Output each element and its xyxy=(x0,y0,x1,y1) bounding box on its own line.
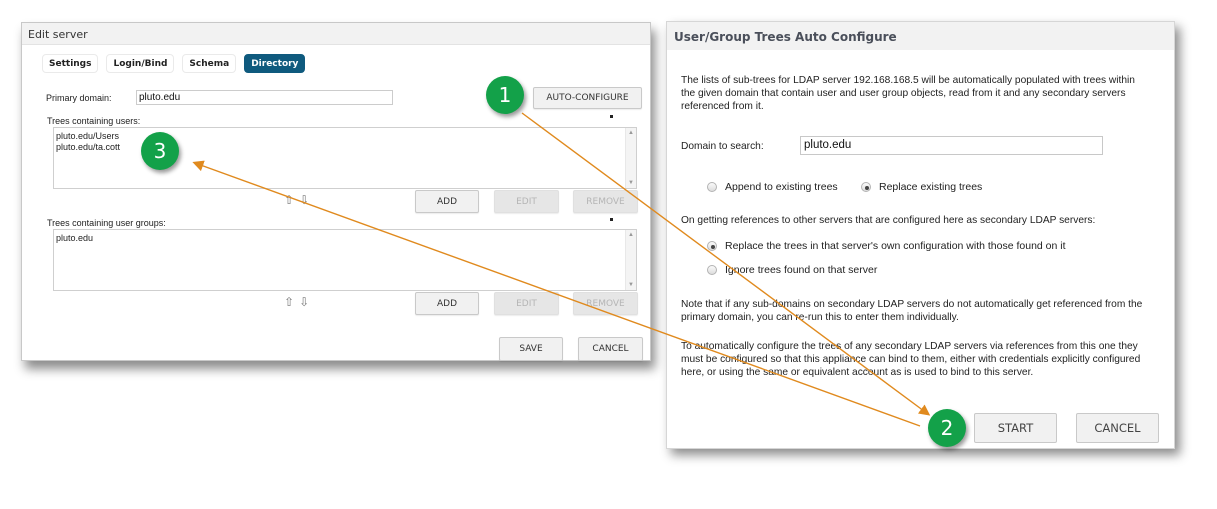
move-up-icon[interactable]: ⇧ xyxy=(284,295,299,309)
scroll-up-icon[interactable]: ▲ xyxy=(628,130,634,136)
users-remove-button[interactable]: REMOVE xyxy=(573,190,638,213)
tab-bar: Settings Login/Bind Schema Directory xyxy=(42,54,306,73)
groups-trees-label: Trees containing user groups: xyxy=(47,218,166,228)
resize-marker xyxy=(610,218,613,221)
resize-marker xyxy=(610,115,613,118)
edit-server-dialog: Edit server Settings Login/Bind Schema D… xyxy=(21,22,651,361)
intro-text: The lists of sub-trees for LDAP server 1… xyxy=(681,75,1135,112)
radio-append[interactable]: Append to existing trees xyxy=(707,181,838,193)
auto-configure-dialog: User/Group Trees Auto Configure The list… xyxy=(666,21,1175,449)
dialog-title: Edit server xyxy=(22,23,650,45)
radio-ignore-server-trees[interactable]: Ignore trees found on that server xyxy=(707,264,877,276)
users-add-button[interactable]: ADD xyxy=(415,190,479,213)
scroll-down-icon[interactable]: ▼ xyxy=(628,282,634,288)
users-edit-button[interactable]: EDIT xyxy=(494,190,559,213)
groups-add-button[interactable]: ADD xyxy=(415,292,479,315)
reorder-controls: ⇧⇩ xyxy=(284,295,314,309)
auto-configure-button[interactable]: AUTO-CONFIGURE xyxy=(533,87,642,109)
save-button[interactable]: SAVE xyxy=(499,337,563,361)
step-badge-2: 2 xyxy=(928,409,966,447)
tab-schema[interactable]: Schema xyxy=(182,54,237,73)
references-text: On getting references to other servers t… xyxy=(681,215,1096,226)
radio-icon[interactable] xyxy=(707,241,717,251)
step-badge-3: 3 xyxy=(141,132,179,170)
groups-edit-button[interactable]: EDIT xyxy=(494,292,559,315)
groups-trees-list[interactable]: pluto.edu ▲ ▼ xyxy=(53,229,637,291)
reorder-controls: ⇧⇩ xyxy=(284,193,314,207)
radio-label: Ignore trees found on that server xyxy=(725,264,878,276)
tab-directory[interactable]: Directory xyxy=(244,54,306,73)
radio-replace-server-trees[interactable]: Replace the trees in that server's own c… xyxy=(707,240,1066,252)
move-up-icon[interactable]: ⇧ xyxy=(284,193,299,207)
list-item[interactable]: pluto.edu xyxy=(56,233,634,244)
tab-login-bind[interactable]: Login/Bind xyxy=(106,54,175,73)
move-down-icon[interactable]: ⇩ xyxy=(299,295,314,309)
radio-label: Replace existing trees xyxy=(879,181,983,193)
step-badge-1: 1 xyxy=(486,76,524,114)
cancel-button[interactable]: CANCEL xyxy=(578,337,643,361)
note-text: Note that if any sub-domains on secondar… xyxy=(681,299,1143,323)
radio-icon[interactable] xyxy=(861,182,871,192)
start-button[interactable]: START xyxy=(974,413,1057,443)
primary-domain-label: Primary domain: xyxy=(46,93,112,103)
radio-label: Append to existing trees xyxy=(725,181,838,193)
radio-icon[interactable] xyxy=(707,182,717,192)
primary-domain-input[interactable]: pluto.edu xyxy=(136,90,393,105)
scroll-down-icon[interactable]: ▼ xyxy=(628,180,634,186)
users-trees-label: Trees containing users: xyxy=(47,116,141,126)
domain-label: Domain to search: xyxy=(681,141,764,152)
dialog-title: User/Group Trees Auto Configure xyxy=(667,22,1174,50)
radio-label: Replace the trees in that server's own c… xyxy=(725,240,1066,252)
domain-input[interactable]: pluto.edu xyxy=(800,136,1103,155)
scroll-up-icon[interactable]: ▲ xyxy=(628,232,634,238)
cancel-button[interactable]: CANCEL xyxy=(1076,413,1159,443)
radio-icon[interactable] xyxy=(707,265,717,275)
scrollbar[interactable]: ▲ ▼ xyxy=(625,128,636,188)
groups-remove-button[interactable]: REMOVE xyxy=(573,292,638,315)
bind-note-text: To automatically configure the trees of … xyxy=(681,341,1141,378)
radio-replace[interactable]: Replace existing trees xyxy=(861,181,982,193)
tab-settings[interactable]: Settings xyxy=(42,54,99,73)
users-trees-list[interactable]: pluto.edu/Users pluto.edu/ta.cott ▲ ▼ xyxy=(53,127,637,189)
scrollbar[interactable]: ▲ ▼ xyxy=(625,230,636,290)
move-down-icon[interactable]: ⇩ xyxy=(299,193,314,207)
